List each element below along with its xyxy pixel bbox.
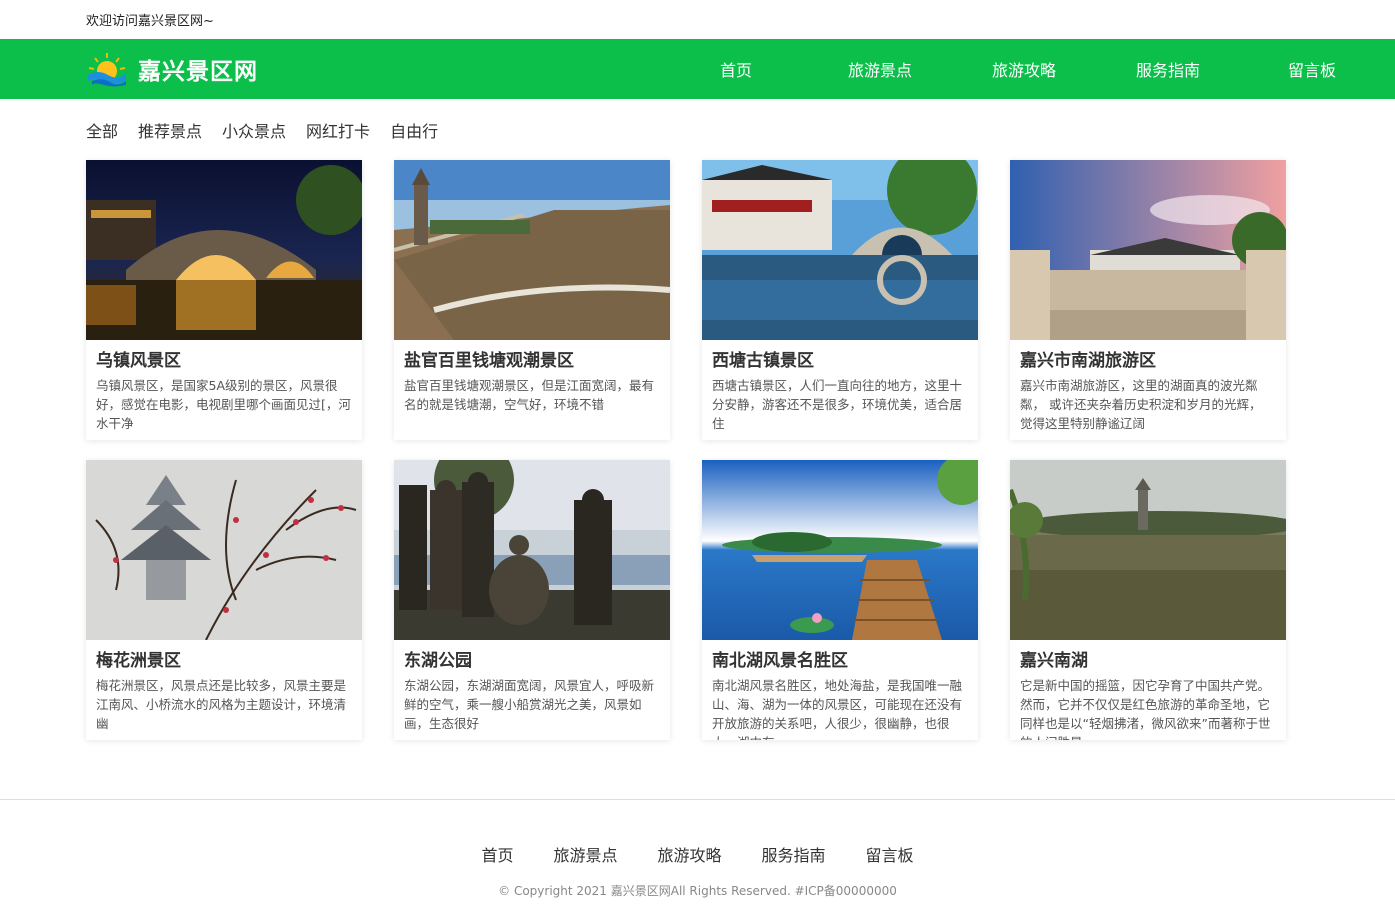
attraction-card[interactable]: 乌镇风景区 乌镇风景区，是国家5A级别的景区，风景很好，感觉在电影，电视剧里哪个… [86,160,362,440]
main-nav: 首页 旅游景点 旅游攻略 服务指南 留言板 [664,39,1384,99]
filter-self-guided[interactable]: 自由行 [390,118,438,142]
filter-trending[interactable]: 网红打卡 [306,118,370,142]
card-description: 乌镇风景区，是国家5A级别的景区，风景很好，感觉在电影，电视剧里哪个画面见过[，… [96,378,351,431]
card-title: 嘉兴南湖 [1020,651,1088,671]
card-description: 南北湖风景名胜区，地处海盐，是我国唯一融山、海、湖为一体的风景区，可能现在还没有… [712,678,963,740]
attraction-card[interactable]: 东湖公园 东湖公园，东湖湖面宽阔，风景宜人，呼吸新鲜的空气，乘一艘小船赏湖光之美… [394,460,670,740]
nav-guides[interactable]: 旅游攻略 [952,39,1096,99]
meihuazhou-photo [86,460,362,640]
card-title: 东湖公园 [404,651,472,671]
wuzhen-photo [86,160,362,340]
donghu-park-photo [394,460,670,640]
attraction-card[interactable]: 梅花洲景区 梅花洲景区，风景点还是比较多，风景主要是江南风、小桥流水的风格为主题… [86,460,362,740]
attraction-card[interactable]: 盐官百里钱塘观潮景区 盐官百里钱塘观潮景区，但是江面宽阔，最有名的就是钱塘潮，空… [394,160,670,440]
attraction-card[interactable]: 嘉兴市南湖旅游区 嘉兴市南湖旅游区，这里的湖面真的波光粼粼， 或许还夹杂着历史积… [1010,160,1286,440]
footer-nav-home[interactable]: 首页 [481,842,513,866]
welcome-text: 欢迎访问嘉兴景区网~ [86,14,214,29]
nav-service[interactable]: 服务指南 [1096,39,1240,99]
site-header: 嘉兴景区网 首页 旅游景点 旅游攻略 服务指南 留言板 [0,39,1395,99]
attraction-card[interactable]: 南北湖风景名胜区 南北湖风景名胜区，地处海盐，是我国唯一融山、海、湖为一体的风景… [702,460,978,740]
site-footer: 首页 旅游景点 旅游攻略 服务指南 留言板 © Copyright 2021 嘉… [0,799,1395,917]
attraction-grid: 乌镇风景区 乌镇风景区，是国家5A级别的景区，风景很好，感觉在电影，电视剧里哪个… [86,160,1286,740]
card-description: 梅花洲景区，风景点还是比较多，风景主要是江南风、小桥流水的风格为主题设计，环境清… [96,678,347,731]
card-description: 它是新中国的摇篮，因它孕育了中国共产党。然而，它并不仅仅是红色旅游的革命圣地，它… [1020,678,1271,740]
card-title: 西塘古镇景区 [712,351,814,371]
nanhu-district-photo [1010,160,1286,340]
jiaxing-nanhu-photo [1010,460,1286,640]
footer-nav-service[interactable]: 服务指南 [762,842,826,866]
nav-attractions[interactable]: 旅游景点 [808,39,952,99]
sun-wave-logo-icon [88,53,126,87]
card-title: 南北湖风景名胜区 [712,651,848,671]
card-title: 嘉兴市南湖旅游区 [1020,351,1156,371]
category-filters: 全部 推荐景点 小众景点 网红打卡 自由行 [86,118,438,142]
copyright: © Copyright 2021 嘉兴景区网All Rights Reserve… [498,884,897,898]
site-name: 嘉兴景区网 [138,59,258,85]
footer-nav: 首页 旅游景点 旅游攻略 服务指南 留言板 [0,842,1395,866]
filter-all[interactable]: 全部 [86,118,118,142]
card-description: 东湖公园，东湖湖面宽阔，风景宜人，呼吸新鲜的空气，乘一艘小船赏湖光之美，风景如画… [404,678,655,731]
card-title: 梅花洲景区 [96,651,181,671]
xitang-photo [702,160,978,340]
nanbeihu-photo [702,460,978,640]
nav-home[interactable]: 首页 [664,39,808,99]
qiantang-tide-photo [394,160,670,340]
welcome-bar: 欢迎访问嘉兴景区网~ [0,0,1395,39]
attraction-card[interactable]: 西塘古镇景区 西塘古镇景区，人们一直向往的地方，这里十分安静，游客还不是很多，环… [702,160,978,440]
card-description: 嘉兴市南湖旅游区，这里的湖面真的波光粼粼， 或许还夹杂着历史积淀和岁月的光辉， … [1020,378,1262,431]
card-title: 乌镇风景区 [96,351,181,371]
card-description: 西塘古镇景区，人们一直向往的地方，这里十分安静，游客还不是很多，环境优美，适合居… [712,378,963,431]
footer-nav-message-board[interactable]: 留言板 [866,842,914,866]
nav-message-board[interactable]: 留言板 [1240,39,1384,99]
footer-nav-attractions[interactable]: 旅游景点 [553,842,617,866]
site-logo[interactable]: 嘉兴景区网 [86,51,258,87]
filter-recommended[interactable]: 推荐景点 [138,118,202,142]
footer-nav-guides[interactable]: 旅游攻略 [657,842,721,866]
attraction-card[interactable]: 嘉兴南湖 它是新中国的摇篮，因它孕育了中国共产党。然而，它并不仅仅是红色旅游的革… [1010,460,1286,740]
card-description: 盐官百里钱塘观潮景区，但是江面宽阔，最有名的就是钱塘潮，空气好，环境不错 [404,378,655,412]
card-title: 盐官百里钱塘观潮景区 [404,351,574,371]
filter-niche[interactable]: 小众景点 [222,118,286,142]
